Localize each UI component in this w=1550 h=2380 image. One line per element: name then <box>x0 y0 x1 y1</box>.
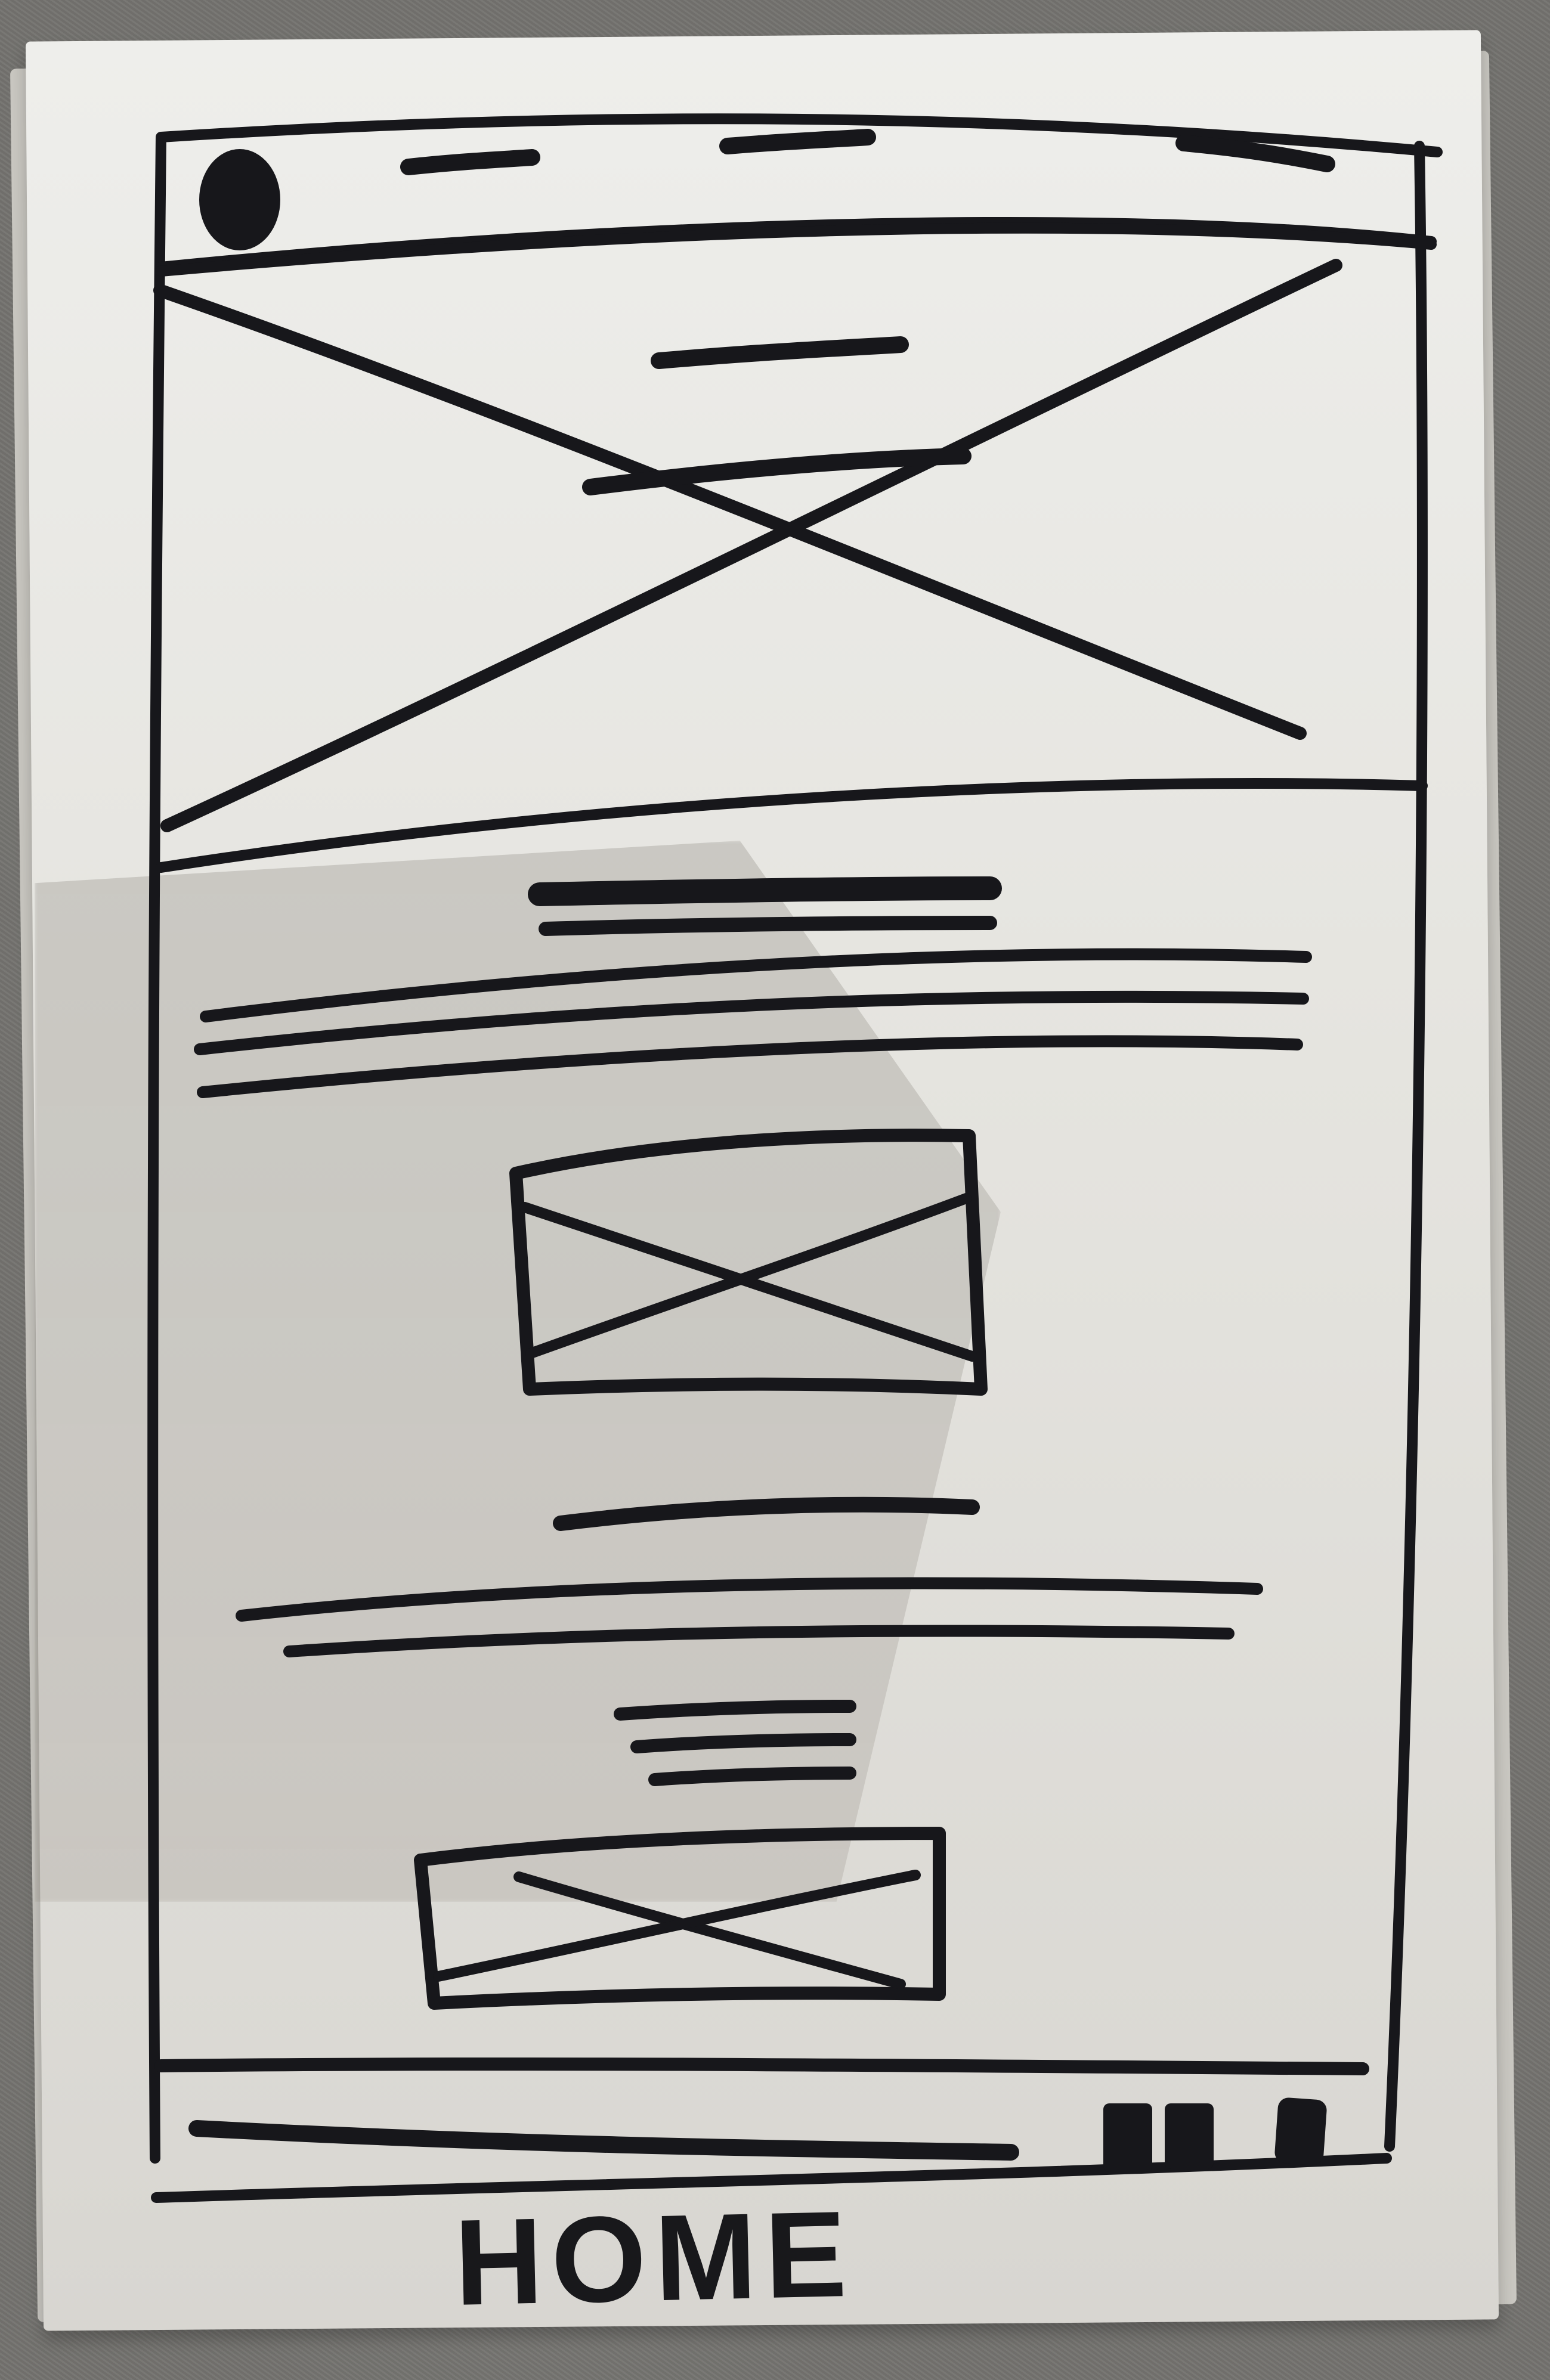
section-two-line-1 <box>236 1577 1263 1622</box>
social-icon-1[interactable] <box>1103 2103 1152 2172</box>
section-one-title <box>528 876 1002 906</box>
section-one-title-shadow <box>539 916 997 936</box>
section-two-title <box>553 1496 980 1531</box>
section-one-line-3 <box>197 1035 1303 1098</box>
nav-item-2[interactable] <box>719 129 876 154</box>
image-section-one <box>509 1129 988 1396</box>
image-two-cross-b <box>433 1870 921 1982</box>
hero-heading-line <box>651 336 909 369</box>
footer-link-line[interactable] <box>188 2120 1019 2161</box>
text-section-one <box>194 876 1312 1098</box>
nav-item-1[interactable] <box>400 149 540 175</box>
avatar-icon[interactable] <box>199 149 280 250</box>
section-two-caption-1 <box>614 1700 856 1721</box>
social-icon-2[interactable] <box>1165 2103 1214 2169</box>
section-two-line-2 <box>283 1625 1235 1657</box>
section-two-caption-2 <box>630 1733 856 1753</box>
image-one-frame <box>509 1129 988 1396</box>
footer <box>154 2057 1369 2172</box>
top-nav-bar[interactable] <box>156 129 1437 272</box>
page-label: HOME <box>453 2185 856 2331</box>
text-section-two <box>236 1496 1263 1786</box>
hero-bottom-border <box>156 777 1428 873</box>
frame-outline <box>147 113 1443 2203</box>
section-two-caption-3 <box>648 1767 856 1786</box>
wireframe-sketch <box>147 113 1443 2203</box>
hero-section <box>153 222 1437 873</box>
footer-top-border <box>154 2057 1369 2075</box>
social-icon-3[interactable] <box>1274 2097 1327 2165</box>
image-section-two <box>414 1827 946 2010</box>
